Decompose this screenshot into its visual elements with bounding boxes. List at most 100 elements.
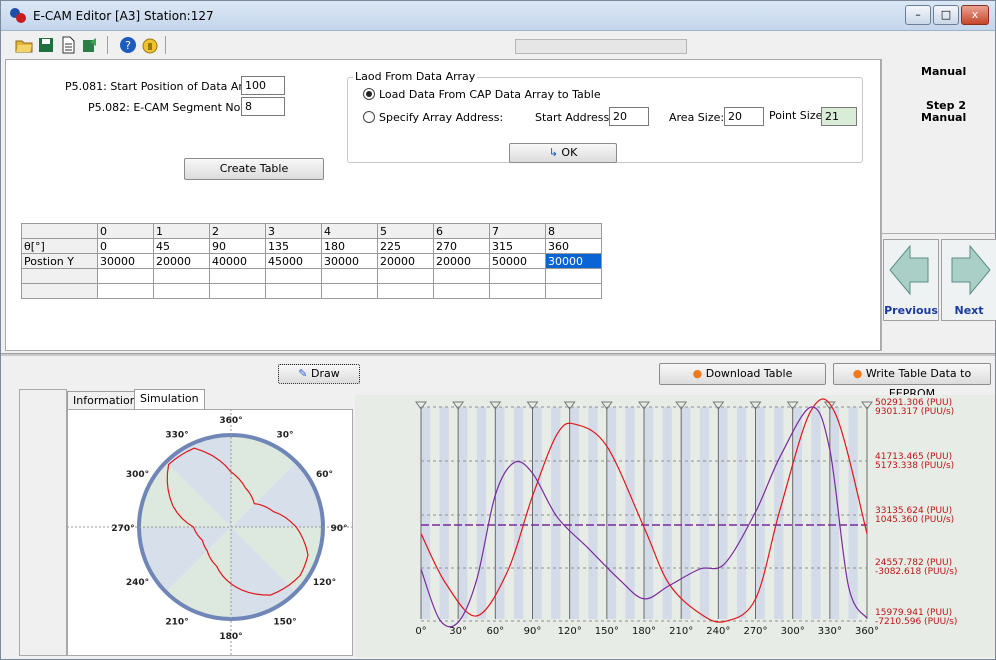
table-cell[interactable] <box>433 268 490 284</box>
polar-angle-label: 120° <box>313 578 336 588</box>
table-cell[interactable] <box>97 268 154 284</box>
chart-stripe <box>569 407 579 619</box>
table-cell[interactable] <box>433 283 490 299</box>
table-cell[interactable]: 90 <box>209 238 266 254</box>
table-cell[interactable]: 20000 <box>153 253 210 269</box>
x-tick-label: 330° <box>818 626 842 637</box>
table-cell[interactable]: 45000 <box>265 253 322 269</box>
table-cell[interactable]: 0 <box>97 238 154 254</box>
specify-address-label: Specify Array Address: <box>379 111 504 124</box>
next-button[interactable]: Next <box>941 239 996 321</box>
table-cell[interactable]: 30000 <box>97 253 154 269</box>
splitter[interactable] <box>1 353 995 356</box>
download-icon: ● <box>692 367 703 380</box>
table-row <box>21 268 602 284</box>
start-address-label: Start Address: <box>535 111 613 124</box>
help-icon[interactable]: ? <box>119 36 137 54</box>
segment-label: P5.082: E-CAM Segment No. <box>88 101 244 114</box>
start-address-input[interactable]: 20 <box>609 107 649 126</box>
x-tick-label: 90° <box>524 626 542 637</box>
chart-stripe <box>476 407 487 619</box>
point-size-label: Point Size: <box>769 109 827 122</box>
close-button[interactable]: x <box>961 5 989 25</box>
create-table-button[interactable]: Create Table <box>184 158 324 180</box>
table-row: Postion Y 30000 20000 40000 45000 30000 20000 2… <box>21 253 602 269</box>
table-cell[interactable] <box>153 283 210 299</box>
chart-stripe <box>681 407 691 619</box>
column-header: 8 <box>545 223 602 239</box>
minimize-button[interactable]: – <box>905 5 931 25</box>
export-icon[interactable] <box>81 36 99 54</box>
table-cell[interactable]: 20000 <box>433 253 490 269</box>
table-cell[interactable]: 45 <box>153 238 210 254</box>
cam-data-table[interactable]: 0 1 2 3 4 5 6 7 8 θ[°] 0 45 90 135 180 225 270 315 360 Post… <box>21 223 602 299</box>
table-cell[interactable] <box>321 268 378 284</box>
x-tick-label: 0° <box>415 626 426 637</box>
x-tick-label: 180° <box>632 626 656 637</box>
table-cell[interactable]: 50000 <box>489 253 546 269</box>
download-table-button[interactable]: ● Download Table <box>659 363 826 385</box>
table-cell[interactable]: 20000 <box>377 253 434 269</box>
velocity-scale-label: -3082.618 (PUU/s) <box>875 567 957 577</box>
table-cell[interactable] <box>377 268 434 284</box>
column-header: 7 <box>489 223 546 239</box>
column-header: 1 <box>153 223 210 239</box>
draw-button[interactable]: ✎ Draw <box>278 364 360 384</box>
table-cell[interactable]: 135 <box>265 238 322 254</box>
specify-address-radio[interactable] <box>363 111 375 123</box>
table-cell[interactable]: 180 <box>321 238 378 254</box>
table-cell[interactable]: 270 <box>433 238 490 254</box>
table-cell[interactable] <box>545 283 602 299</box>
column-header: 2 <box>209 223 266 239</box>
table-cell[interactable] <box>377 283 434 299</box>
table-cell[interactable]: 30000 <box>321 253 378 269</box>
open-folder-icon[interactable] <box>15 36 33 54</box>
x-tick-label: 270° <box>743 626 767 637</box>
segment-input[interactable]: 8 <box>241 97 285 116</box>
area-size-input[interactable]: 20 <box>724 107 764 126</box>
polar-angle-label: 330° <box>165 431 188 441</box>
load-cap-radio[interactable] <box>363 88 375 100</box>
table-cell[interactable] <box>265 283 322 299</box>
document-icon[interactable] <box>59 36 77 54</box>
table-cell[interactable]: 30000 <box>545 253 602 269</box>
previous-button[interactable]: Previous <box>883 239 939 321</box>
polar-angle-label: 360° <box>219 416 242 426</box>
pencil-icon: ✎ <box>298 367 308 380</box>
table-cell[interactable] <box>489 283 546 299</box>
chart-stripe <box>736 407 747 619</box>
table-cell[interactable] <box>97 283 154 299</box>
column-header: 6 <box>433 223 490 239</box>
table-cell[interactable]: 315 <box>489 238 546 254</box>
ok-button[interactable]: ↳ OK <box>509 143 617 163</box>
start-position-input[interactable]: 100 <box>241 76 285 95</box>
column-header <box>21 223 98 239</box>
maximize-button[interactable]: □ <box>933 5 959 25</box>
table-cell[interactable] <box>209 283 266 299</box>
window-title: E-CAM Editor [A3] Station:127 <box>33 9 214 23</box>
table-cell[interactable]: 360 <box>545 238 602 254</box>
table-row <box>21 283 602 299</box>
tab-simulation[interactable]: Simulation <box>134 389 205 410</box>
table-cell[interactable] <box>489 268 546 284</box>
x-tick-label: 240° <box>706 626 730 637</box>
point-size-input: 21 <box>821 107 857 126</box>
x-tick-label: 30° <box>449 626 467 637</box>
chart-stripe <box>699 407 710 619</box>
table-cell[interactable] <box>209 268 266 284</box>
table-cell[interactable] <box>321 283 378 299</box>
table-cell <box>21 283 98 299</box>
table-cell[interactable] <box>545 268 602 284</box>
progress-bar <box>515 39 687 54</box>
table-cell[interactable]: 40000 <box>209 253 266 269</box>
right-arrow-icon <box>951 244 991 296</box>
write-eeprom-button[interactable]: ● Write Table Data to EEPROM <box>833 363 991 400</box>
save-icon[interactable] <box>37 36 55 54</box>
table-cell[interactable] <box>265 268 322 284</box>
svg-text:?: ? <box>125 39 131 52</box>
tab-information[interactable]: Information <box>67 391 143 409</box>
toolbar-separator <box>165 36 166 54</box>
table-cell[interactable] <box>153 268 210 284</box>
lock-icon[interactable] <box>141 36 159 54</box>
table-cell[interactable]: 225 <box>377 238 434 254</box>
